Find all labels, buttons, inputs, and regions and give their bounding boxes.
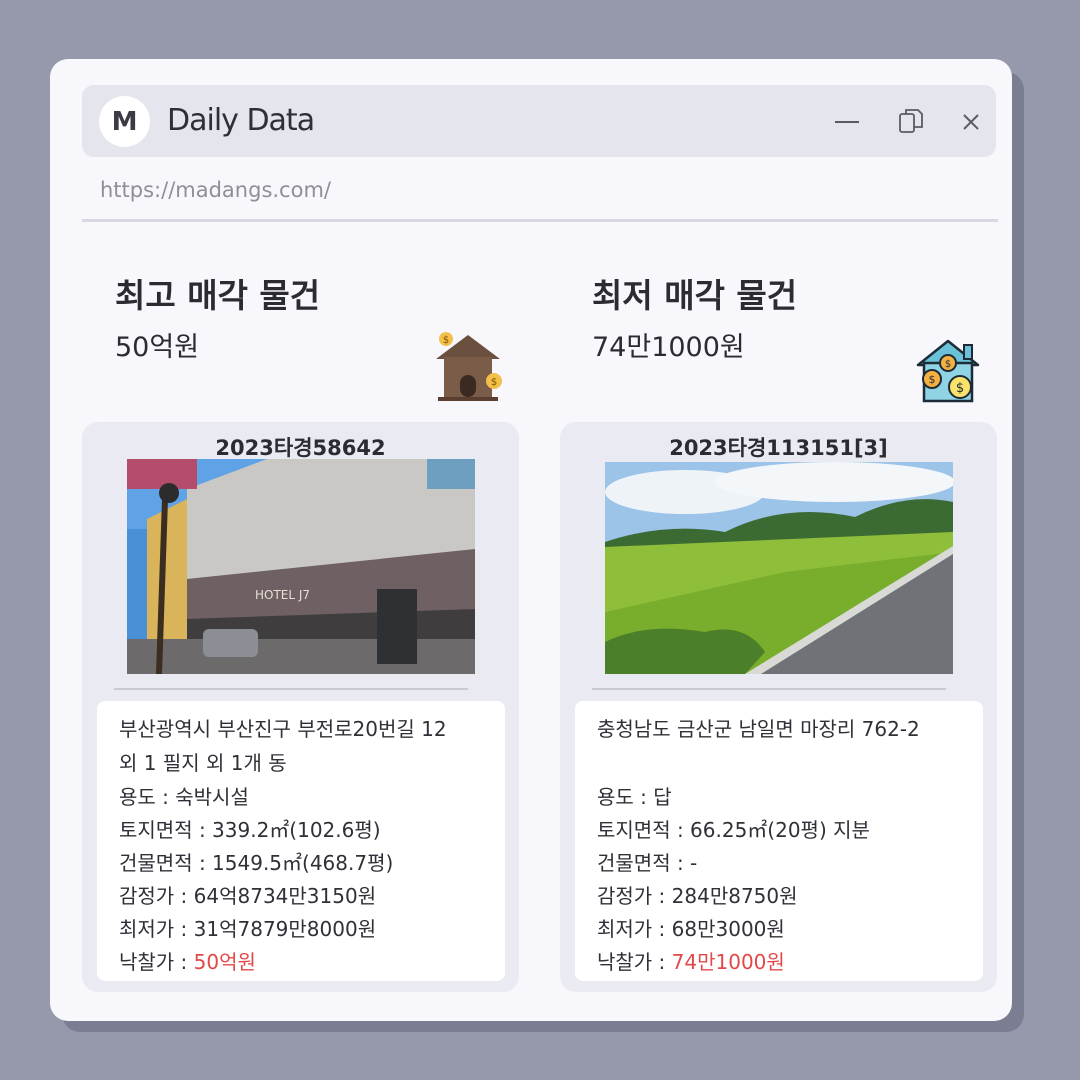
rice-field-photo bbox=[605, 462, 953, 674]
case-number: 2023타경113151[3] bbox=[669, 436, 888, 460]
svg-text:$: $ bbox=[956, 381, 964, 396]
winning-bid: 낙찰가 : 74만1000원 bbox=[597, 946, 785, 975]
land-area: 토지면적 : 339.2㎡(102.6평) bbox=[119, 818, 381, 842]
svg-text:HOTEL J7: HOTEL J7 bbox=[255, 588, 310, 602]
hotel-building-photo: HOTEL J7 bbox=[127, 459, 475, 674]
lowest-heading: 최저 매각 물건 bbox=[592, 276, 798, 315]
appraisal-price: 감정가 : 284만8750원 bbox=[597, 884, 798, 908]
minimize-icon bbox=[835, 121, 859, 123]
address-line-1: 충청남도 금산군 남일면 마장리 762-2 bbox=[597, 717, 920, 741]
copy-icon bbox=[899, 109, 923, 133]
minimum-price: 최저가 : 68만3000원 bbox=[597, 917, 785, 941]
copy-button[interactable] bbox=[894, 105, 928, 139]
winning-bid-label: 낙찰가 : bbox=[597, 950, 672, 974]
house-money-icon: $ $ bbox=[432, 331, 504, 405]
highest-price: 50억원 bbox=[115, 332, 200, 363]
url-text[interactable]: https://madangs.com/ bbox=[100, 178, 331, 202]
close-button[interactable] bbox=[954, 105, 988, 139]
house-coins-icon: $ $ $ bbox=[916, 337, 980, 405]
winning-bid-label: 낙찰가 : bbox=[119, 950, 194, 974]
land-area: 토지면적 : 66.25㎡(20평) 지분 bbox=[597, 818, 870, 842]
close-icon bbox=[963, 114, 979, 130]
winning-bid: 낙찰가 : 50억원 bbox=[119, 946, 256, 975]
property-details: 충청남도 금산군 남일면 마장리 762-2 용도 : 답 토지면적 : 66.… bbox=[575, 701, 983, 981]
building-area: 건물면적 : 1549.5㎡(468.7평) bbox=[119, 851, 394, 875]
svg-text:$: $ bbox=[929, 373, 936, 386]
photo-divider bbox=[114, 688, 468, 690]
svg-text:$: $ bbox=[491, 377, 497, 388]
app-title: Daily Data bbox=[167, 103, 315, 138]
usage: 용도 : 답 bbox=[597, 785, 672, 809]
svg-text:$: $ bbox=[945, 359, 951, 370]
app-logo: M bbox=[99, 96, 150, 147]
minimize-button[interactable] bbox=[830, 105, 864, 139]
address-line-2: 외 1 필지 외 1개 동 bbox=[119, 751, 287, 775]
highest-heading: 최고 매각 물건 bbox=[115, 276, 321, 315]
header-divider bbox=[82, 219, 998, 222]
lowest-price: 74만1000원 bbox=[592, 332, 745, 363]
title-bar: M Daily Data bbox=[82, 85, 996, 157]
lowest-property-card[interactable]: 2023타경113151[3] 충청남도 금산군 남일면 마장리 762-2 용… bbox=[560, 422, 997, 992]
case-number: 2023타경58642 bbox=[215, 436, 386, 460]
usage: 용도 : 숙박시설 bbox=[119, 785, 249, 809]
photo-divider bbox=[592, 688, 946, 690]
appraisal-price: 감정가 : 64억8734만3150원 bbox=[119, 884, 377, 908]
property-details: 부산광역시 부산진구 부전로20번길 12 외 1 필지 외 1개 동 용도 :… bbox=[97, 701, 505, 981]
building-area: 건물면적 : - bbox=[597, 851, 698, 875]
highest-property-card[interactable]: 2023타경58642 HOTEL J7 부산광역시 부산진구 부전로20번길 … bbox=[82, 422, 519, 992]
minimum-price: 최저가 : 31억7879만8000원 bbox=[119, 917, 377, 941]
winning-bid-value: 50억원 bbox=[193, 950, 256, 974]
address-line-1: 부산광역시 부산진구 부전로20번길 12 bbox=[119, 717, 447, 741]
winning-bid-value: 74만1000원 bbox=[671, 950, 785, 974]
svg-text:$: $ bbox=[443, 335, 449, 346]
app-window: M Daily Data https://madangs.com/ 최고 매각 … bbox=[50, 59, 1012, 1021]
